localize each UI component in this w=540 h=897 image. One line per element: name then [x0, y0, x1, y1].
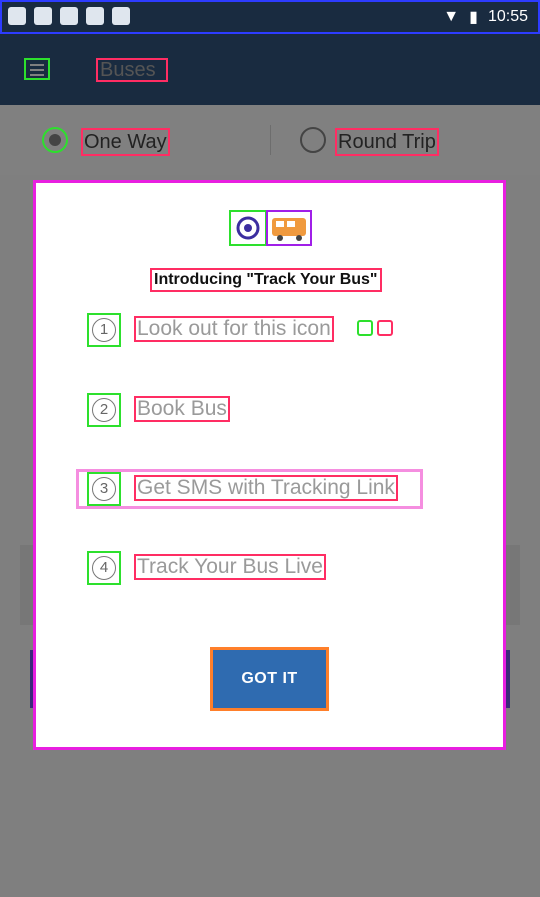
track-location-icon — [229, 210, 267, 246]
gallery-icon — [60, 7, 78, 25]
step-number-2: 2 — [87, 393, 121, 427]
battery-icon: ▮ — [469, 9, 478, 26]
trip-divider — [270, 125, 271, 155]
step-number-3: 3 — [87, 472, 121, 506]
one-way-radio[interactable] — [42, 127, 68, 153]
page-title: Buses — [96, 58, 168, 82]
mini-track-icon — [357, 320, 373, 336]
step-text-1: Look out for this icon — [134, 316, 334, 342]
app-bar — [0, 34, 540, 105]
got-it-button[interactable]: GOT IT — [210, 647, 329, 711]
notification-icon — [8, 7, 26, 25]
one-way-label: One Way — [81, 128, 170, 156]
step-number-4: 4 — [87, 551, 121, 585]
bus-icon — [266, 210, 312, 246]
mini-bus-icon — [377, 320, 393, 336]
menu-icon[interactable] — [24, 58, 50, 80]
status-time: 10:55 — [487, 8, 528, 25]
esc-icon — [86, 7, 104, 25]
round-trip-label: Round Trip — [335, 128, 439, 156]
status-icons — [8, 7, 130, 25]
status-bar: ▼ ▮ 10:55 — [0, 0, 540, 34]
step-number-1: 1 — [87, 313, 121, 347]
step-text-3: Get SMS with Tracking Link — [134, 475, 398, 501]
wifi-icon: ▼ — [443, 8, 460, 25]
status-right: ▼ ▮ 10:55 — [443, 7, 528, 27]
round-trip-radio[interactable] — [300, 127, 326, 153]
track-icon-example — [357, 320, 393, 336]
pinterest-icon — [112, 7, 130, 25]
step-text-2: Book Bus — [134, 396, 230, 422]
modal-title: Introducing "Track Your Bus" — [150, 268, 382, 292]
whatsapp-icon — [34, 7, 52, 25]
step-text-4: Track Your Bus Live — [134, 554, 326, 580]
